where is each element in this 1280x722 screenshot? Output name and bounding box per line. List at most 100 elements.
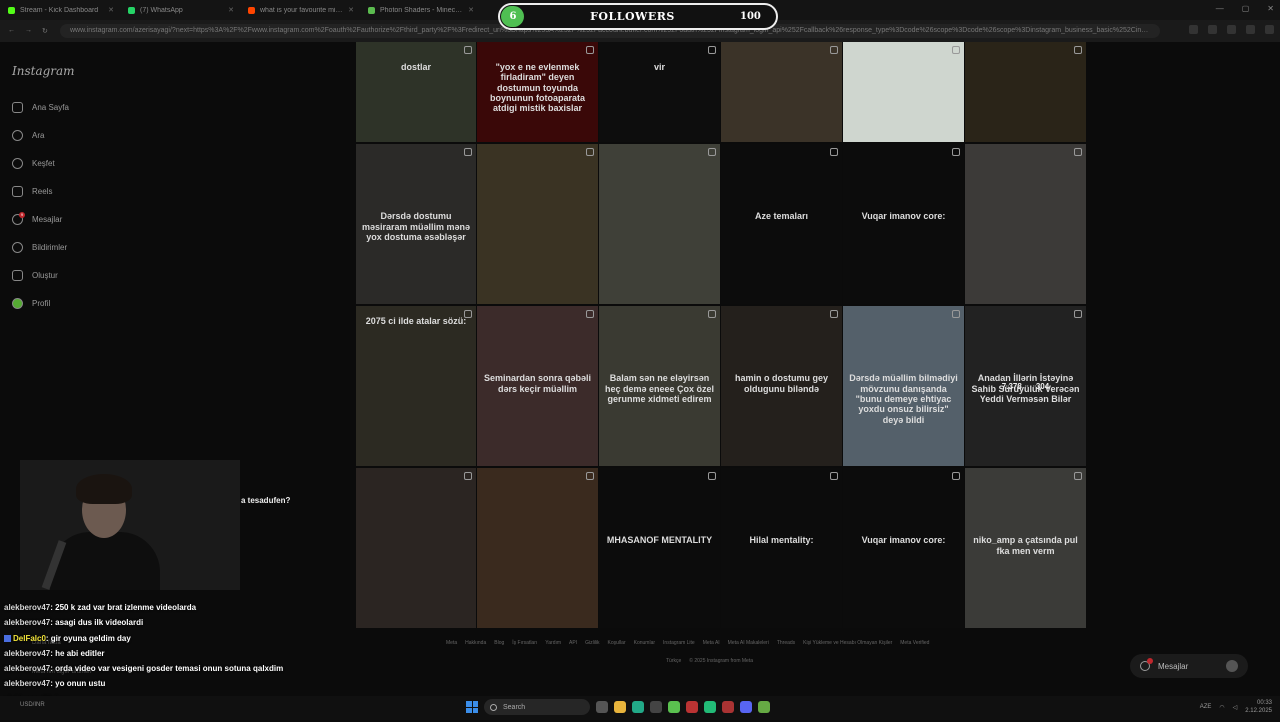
reload-icon[interactable]: ↻ (42, 27, 48, 35)
post-thumbnail[interactable]: Dərsdə dostumu məsiraram müəllim mənə yo… (356, 144, 476, 304)
post-thumbnail[interactable] (965, 144, 1086, 304)
app-icon[interactable] (686, 701, 698, 713)
post-thumbnail[interactable]: Dərsdə müəllim bilmədiyi mövzunu danışan… (843, 306, 964, 466)
browser-tab[interactable]: Stream - Kick Dashboard ✕ (2, 2, 120, 18)
post-hover-stats: 7.378 304 (965, 382, 1086, 391)
profile-icon[interactable] (1246, 25, 1255, 34)
chat-username[interactable]: DelFalc0 (13, 634, 46, 643)
footer-link[interactable]: Blog (494, 640, 504, 646)
sidebar-item-create[interactable]: Oluştur (12, 270, 58, 281)
footer-link[interactable]: Konumlar (634, 640, 655, 646)
footer-link[interactable]: Gizlilik (585, 640, 599, 646)
post-thumbnail[interactable] (965, 42, 1086, 142)
post-thumbnail[interactable]: "yox e ne evlenmek firladiram" deyen dos… (477, 42, 598, 142)
clock[interactable]: 00:33 2.12.2025 (1245, 699, 1272, 715)
footer-link[interactable]: Hakkında (465, 640, 486, 646)
file-explorer-icon[interactable] (614, 701, 626, 713)
footer-link[interactable]: Meta (446, 640, 457, 646)
close-icon[interactable]: ✕ (228, 6, 234, 14)
extension-icon[interactable] (1208, 25, 1217, 34)
chat-text: : 250 k zad var brat izlenme videolarda (50, 603, 197, 612)
taskbar-widget[interactable]: USD/INR (20, 702, 45, 708)
post-thumbnail[interactable]: niko_amp a çatsında pul fka men verm (965, 468, 1086, 628)
sidebar-item-search[interactable]: Ara (12, 130, 44, 141)
post-thumbnail[interactable] (843, 42, 964, 142)
download-icon[interactable] (1227, 25, 1236, 34)
footer-link[interactable]: Meta Verified (900, 640, 929, 646)
reel-icon (1074, 472, 1082, 480)
close-icon[interactable]: ✕ (348, 6, 354, 14)
footer-link[interactable]: Yardım (545, 640, 561, 646)
sidebar-item-messages[interactable]: 9 Mesajlar (12, 212, 62, 225)
discord-icon[interactable] (740, 701, 752, 713)
footer-link[interactable]: Meta AI (703, 640, 720, 646)
footer-link[interactable]: Kişi Yükleme ve Hesabı Olmayan Kişiler (803, 640, 892, 646)
browser-tab[interactable]: (7) WhatsApp ✕ (122, 2, 240, 18)
chat-username[interactable]: alekberov47 (4, 679, 50, 688)
reel-icon (708, 472, 716, 480)
post-thumbnail[interactable] (721, 42, 842, 142)
windows-start-icon[interactable] (466, 701, 478, 713)
chrome-icon[interactable] (632, 701, 644, 713)
chat-username[interactable]: alekberov47 (4, 603, 50, 612)
post-thumbnail[interactable]: Aze temaları (721, 144, 842, 304)
close-window-icon[interactable]: ✕ (1267, 4, 1274, 13)
post-thumbnail[interactable]: Anadan İllərin İstəyinə Sahib Sürüyülük … (965, 306, 1086, 466)
chat-message: alekberov47: yo onun ustu (4, 676, 424, 691)
language-indicator[interactable]: AZE (1200, 704, 1212, 710)
taskbar-search[interactable]: Search (484, 699, 590, 715)
close-icon[interactable]: ✕ (468, 6, 474, 14)
likes-count: 7.378 (1001, 382, 1022, 391)
browser-tab[interactable]: what is your favourite minecraft✕ (242, 2, 360, 18)
back-icon[interactable]: ← (8, 27, 15, 35)
footer-link[interactable]: İş Fırsatları (512, 640, 537, 646)
wifi-icon[interactable]: ◠ (1219, 704, 1224, 711)
sidebar-item-notifications[interactable]: Bildirimler (12, 242, 67, 253)
post-thumbnail[interactable]: Vuqar imanov core: (843, 468, 964, 628)
messages-button[interactable]: Mesajlar (1130, 654, 1248, 678)
reel-icon (1074, 148, 1082, 156)
post-thumbnail[interactable] (477, 144, 598, 304)
post-thumbnail[interactable]: Vuqar imanov core: (843, 144, 964, 304)
post-thumbnail[interactable]: Balam sən ne eləyirsən heç demə eneee Ço… (599, 306, 720, 466)
instagram-logo[interactable]: Instagram (12, 64, 75, 78)
forward-icon[interactable]: → (25, 27, 32, 35)
chat-username[interactable]: alekberov47 (4, 618, 50, 627)
post-thumbnail[interactable] (599, 144, 720, 304)
maximize-icon[interactable]: ▢ (1242, 4, 1250, 13)
post-thumbnail[interactable] (477, 468, 598, 628)
footer-link[interactable]: Meta AI Makaleleri (728, 640, 769, 646)
minimize-icon[interactable]: — (1216, 4, 1224, 13)
sidebar-item-profile[interactable]: Profil (12, 298, 50, 309)
nvidia-icon[interactable] (668, 701, 680, 713)
language-select[interactable]: Türkçe (666, 658, 681, 664)
footer-link[interactable]: Threads (777, 640, 795, 646)
post-thumbnail[interactable]: dostlar (356, 42, 476, 142)
chat-username[interactable]: alekberov47 (4, 664, 50, 673)
post-thumbnail[interactable]: hamin o dostumu gey oldugunu biləndə (721, 306, 842, 466)
footer-link[interactable]: Koşullar (608, 640, 626, 646)
post-thumbnail[interactable]: vir (599, 42, 720, 142)
sidebar-item-reels[interactable]: Reels (12, 186, 52, 197)
sidebar-item-explore[interactable]: Keşfet (12, 158, 55, 169)
close-icon[interactable]: ✕ (108, 6, 114, 14)
heart-icon (12, 242, 23, 253)
minecraft-icon[interactable] (758, 701, 770, 713)
post-thumbnail[interactable]: Hilal mentality: (721, 468, 842, 628)
app-icon[interactable] (650, 701, 662, 713)
sidebar-item-home[interactable]: Ana Sayfa (12, 102, 69, 113)
task-view-icon[interactable] (596, 701, 608, 713)
menu-icon[interactable] (1265, 25, 1274, 34)
post-thumbnail[interactable]: MHASANOF MENTALITY (599, 468, 720, 628)
post-thumbnail[interactable]: Seminardan sonra qəbəli dərs keçir müəll… (477, 306, 598, 466)
star-icon[interactable] (1189, 25, 1198, 34)
browser-tab[interactable]: Photon Shaders - Minecraft Sh✕ (362, 2, 480, 18)
home-icon (12, 102, 23, 113)
chat-username[interactable]: alekberov47 (4, 649, 50, 658)
footer-link[interactable]: API (569, 640, 577, 646)
post-thumbnail[interactable]: 2075 ci ilde atalar sözü: (356, 306, 476, 466)
footer-link[interactable]: Instagram Lite (663, 640, 695, 646)
chrome-icon[interactable] (704, 701, 716, 713)
volume-icon[interactable]: ◁ (1233, 704, 1238, 711)
obs-icon[interactable] (722, 701, 734, 713)
